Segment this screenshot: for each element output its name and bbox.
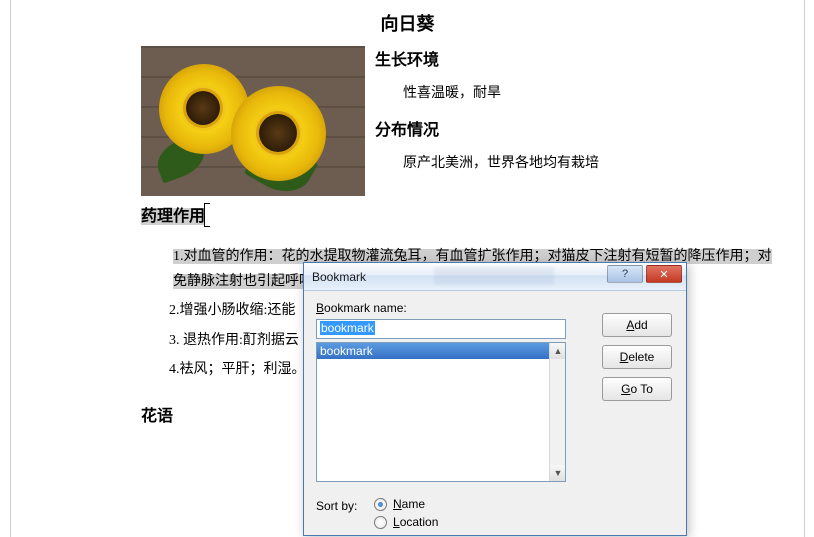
close-button[interactable]: ✕ [646, 265, 682, 283]
help-button[interactable]: ? [607, 265, 643, 283]
heading-pharmacology: 药理作用 [141, 201, 206, 226]
bookmark-list[interactable]: bookmark ▲ ▼ [316, 342, 566, 482]
sort-by-group: Sort by: Name Location [316, 499, 452, 529]
goto-button[interactable]: Go To [602, 377, 672, 401]
bookmark-dialog: Bookmark ? ✕ Bookmark name: bookmark boo… [303, 262, 687, 536]
text-cursor [204, 203, 210, 227]
text-distribution: 原产北美洲，世界各地均有栽培 [403, 152, 774, 172]
sort-location-label[interactable]: Location [393, 515, 438, 529]
sort-by-label: Sort by: [316, 499, 357, 513]
scrollbar[interactable]: ▲ ▼ [549, 343, 565, 481]
scroll-up-button[interactable]: ▲ [550, 343, 566, 359]
bookmark-list-item[interactable]: bookmark [317, 343, 549, 359]
sort-name-label[interactable]: Name [393, 497, 425, 511]
delete-button[interactable]: Delete [602, 345, 672, 369]
document-title: 向日葵 [11, 10, 804, 36]
sort-location-radio[interactable] [374, 516, 387, 529]
sunflower-image[interactable] [141, 46, 365, 196]
bookmark-name-input[interactable]: bookmark [316, 319, 566, 339]
add-button[interactable]: Add [602, 313, 672, 337]
heading-environment: 生长环境 [375, 46, 774, 70]
dialog-title: Bookmark [312, 270, 366, 284]
heading-distribution: 分布情况 [375, 116, 774, 140]
text-environment: 性喜温暖，耐旱 [403, 82, 774, 102]
dialog-titlebar[interactable]: Bookmark ? ✕ [304, 263, 686, 291]
scroll-down-button[interactable]: ▼ [550, 465, 566, 481]
sort-name-radio[interactable] [374, 498, 387, 511]
